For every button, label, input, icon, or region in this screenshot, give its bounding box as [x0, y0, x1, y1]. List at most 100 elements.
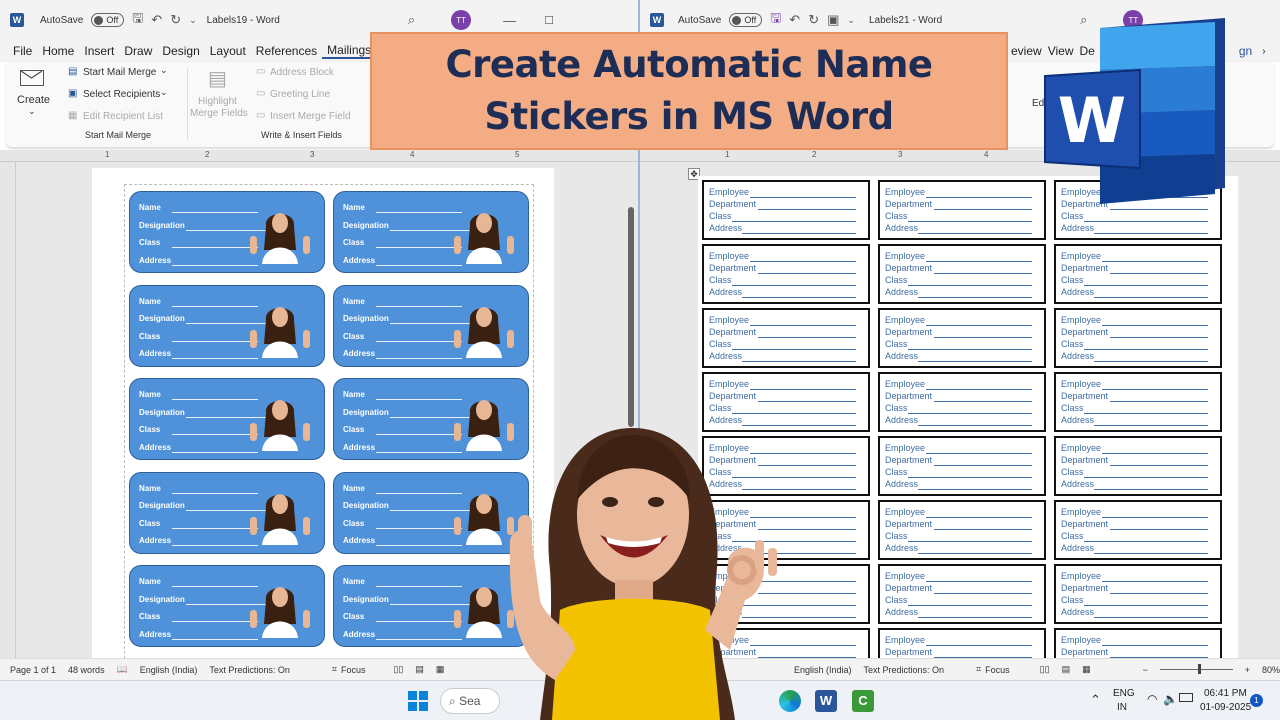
select-recipients-button[interactable]: Select Recipients: [83, 89, 160, 100]
zoom-in-icon[interactable]: +: [1245, 665, 1250, 675]
language[interactable]: English (India): [140, 665, 198, 675]
employee-label[interactable]: Employee Department Class Address: [1054, 372, 1222, 432]
print-layout-icon[interactable]: ▤: [415, 664, 424, 675]
volume-icon[interactable]: 🔈: [1163, 692, 1178, 706]
zoom-slider[interactable]: [1159, 664, 1233, 674]
text-predictions[interactable]: Text Predictions: On: [209, 665, 290, 675]
camtasia-icon[interactable]: C: [852, 690, 874, 712]
insert-merge-field-button[interactable]: Insert Merge Field: [270, 111, 351, 122]
name-sticker-label[interactable]: Name Designation Class Address: [129, 378, 325, 460]
word-taskbar-icon[interactable]: W: [815, 690, 837, 712]
page-count[interactable]: Page 1 of 1: [10, 665, 56, 675]
highlight-merge-fields-line1[interactable]: Highlight: [198, 96, 237, 107]
text-predictions[interactable]: Text Predictions: On: [864, 665, 945, 675]
battery-icon[interactable]: [1179, 693, 1193, 702]
undo-icon[interactable]: ↶: [789, 12, 800, 28]
customize-icon[interactable]: ⌄: [847, 15, 855, 26]
employee-label[interactable]: Employee Department Class Address: [702, 244, 870, 304]
ribbon-collapse-icon[interactable]: ›: [1257, 46, 1270, 57]
employee-label[interactable]: Employee Department Class Address: [1054, 436, 1222, 496]
employee-label[interactable]: Employee Department Class Address: [702, 308, 870, 368]
fill-line: [1094, 361, 1208, 362]
label-field: Employee: [885, 379, 926, 389]
focus-button[interactable]: Focus: [985, 665, 1010, 675]
greeting-line-button[interactable]: Greeting Line: [270, 89, 330, 100]
save-icon[interactable]: 🖫: [132, 9, 143, 31]
employee-label[interactable]: Employee Department Class Address: [878, 244, 1046, 304]
label-field: Address: [1061, 415, 1095, 425]
employee-label[interactable]: Employee Department Class Address: [1054, 244, 1222, 304]
menu-design[interactable]: Design: [157, 44, 204, 58]
print-layout-icon[interactable]: ▤: [1062, 664, 1071, 675]
clock-date[interactable]: 01-09-2025: [1200, 702, 1251, 713]
name-sticker-label[interactable]: Name Designation Class Address: [129, 284, 325, 367]
name-sticker-label[interactable]: Name Designation Class Address: [333, 191, 529, 273]
clipboard-icon[interactable]: ▣: [827, 12, 839, 28]
minimize-icon[interactable]: —: [503, 13, 516, 28]
employee-label[interactable]: Employee Department Class Address: [702, 180, 870, 240]
ruler-number: 4: [984, 150, 989, 159]
web-layout-icon[interactable]: ▦: [1082, 664, 1091, 675]
read-mode-icon[interactable]: ▯▯: [1040, 664, 1050, 675]
wifi-icon[interactable]: ◠: [1147, 692, 1157, 706]
name-sticker-label[interactable]: Name Designation Class Address: [129, 471, 325, 554]
create-button[interactable]: Create: [17, 94, 50, 106]
menu-home[interactable]: Home: [37, 44, 79, 58]
employee-label[interactable]: Employee Department Class Address: [878, 436, 1046, 496]
focus-icon[interactable]: ⌗: [332, 664, 337, 675]
employee-label[interactable]: Employee Department Class Address: [1054, 308, 1222, 368]
autosave-label: AutoSave: [678, 14, 722, 26]
label-field: Class: [885, 531, 908, 541]
redo-icon[interactable]: ↻: [170, 12, 181, 28]
employee-label[interactable]: Employee Department Class Address: [878, 564, 1046, 624]
employee-label[interactable]: Employee Department Class Address: [1054, 564, 1222, 624]
autosave-toggle[interactable]: Off: [91, 13, 125, 27]
save-icon[interactable]: 🖫: [770, 9, 781, 31]
search-icon[interactable]: ⌕: [408, 12, 415, 28]
redo-icon[interactable]: ↻: [808, 12, 819, 28]
menu-insert[interactable]: Insert: [79, 44, 119, 58]
vertical-scrollbar[interactable]: [628, 207, 634, 427]
menu-references[interactable]: References: [251, 44, 322, 58]
zoom-level[interactable]: 80%: [1262, 665, 1280, 675]
maximize-icon[interactable]: ☐: [544, 14, 554, 27]
edit-recipient-list-button[interactable]: Edit Recipient List: [83, 111, 163, 122]
chevron-up-icon[interactable]: ⌃: [1090, 692, 1101, 708]
menu-draw[interactable]: Draw: [119, 44, 157, 58]
autosave-toggle[interactable]: Off: [729, 13, 763, 27]
highlight-merge-fields-line2[interactable]: Merge Fields: [190, 108, 248, 119]
proofing-icon[interactable]: 📖: [117, 664, 128, 675]
employee-label[interactable]: Employee Department Class Address: [878, 372, 1046, 432]
employee-label[interactable]: Employee Department Class Address: [878, 500, 1046, 560]
menu-file[interactable]: File: [8, 44, 37, 58]
fill-line: [934, 209, 1032, 210]
name-sticker-label[interactable]: Name Designation Class Address: [333, 284, 529, 367]
start-mail-merge-button[interactable]: Start Mail Merge: [83, 67, 156, 78]
menu-mailings[interactable]: Mailings: [322, 43, 377, 59]
read-mode-icon[interactable]: ▯▯: [393, 664, 403, 675]
address-block-button[interactable]: Address Block: [270, 67, 334, 78]
sign-in-partial[interactable]: gn: [1234, 44, 1257, 58]
start-icon[interactable]: [408, 691, 428, 711]
employee-label[interactable]: Employee Department Class Address: [878, 308, 1046, 368]
zoom-out-icon[interactable]: −: [1143, 665, 1148, 675]
undo-icon[interactable]: ↶: [151, 12, 162, 28]
language-line-1[interactable]: ENG: [1113, 688, 1135, 699]
envelope-icon[interactable]: [20, 70, 44, 86]
focus-button[interactable]: Focus: [341, 665, 366, 675]
focus-icon[interactable]: ⌗: [976, 664, 981, 675]
customize-icon[interactable]: ⌄: [189, 15, 197, 26]
create-dropdown-icon[interactable]: ⌄: [28, 106, 36, 117]
clock-time[interactable]: 06:41 PM: [1204, 688, 1247, 699]
word-count[interactable]: 48 words: [68, 665, 105, 675]
menu-layout[interactable]: Layout: [205, 44, 251, 58]
language[interactable]: English (India): [794, 665, 852, 675]
employee-label[interactable]: Employee Department Class Address: [1054, 500, 1222, 560]
name-sticker-label[interactable]: Name Designation Class Address: [129, 565, 325, 647]
notification-badge[interactable]: 1: [1250, 694, 1263, 707]
employee-label[interactable]: Employee Department Class Address: [878, 180, 1046, 240]
web-layout-icon[interactable]: ▦: [436, 664, 445, 675]
language-line-2[interactable]: IN: [1117, 702, 1127, 713]
avatar[interactable]: TT: [451, 10, 472, 30]
name-sticker-label[interactable]: Name Designation Class Address: [129, 191, 325, 273]
